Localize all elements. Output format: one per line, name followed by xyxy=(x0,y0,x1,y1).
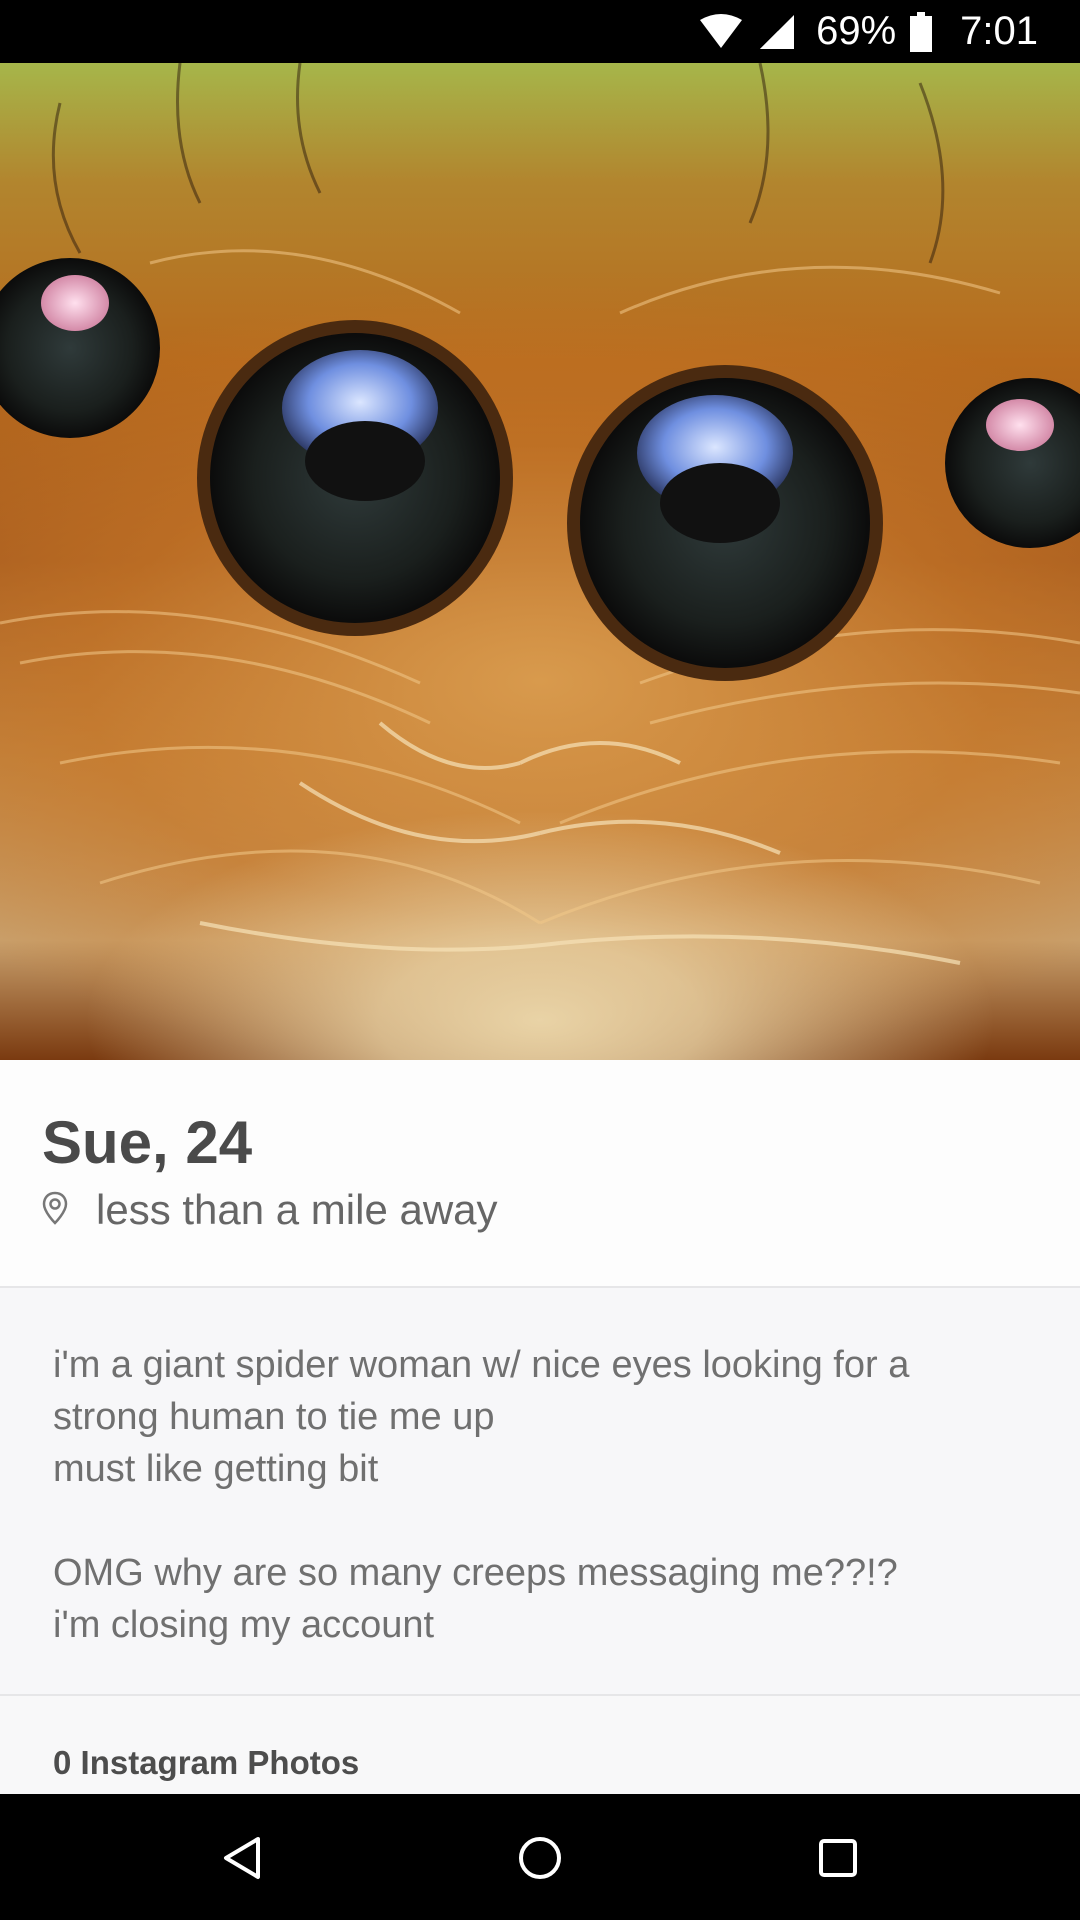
bio-line: i'm a giant spider woman w/ nice eyes lo… xyxy=(53,1344,910,1386)
distance-row: less than a mile away xyxy=(42,1186,498,1234)
bio-line: must like getting bit xyxy=(53,1448,379,1490)
system-nav-bar xyxy=(0,1794,1080,1920)
app-screen: 69% 7:01 Sue, 24 less than a mile away i… xyxy=(0,0,1080,1920)
battery-percent: 69% xyxy=(816,9,897,53)
bio-line: i'm closing my account xyxy=(53,1604,435,1646)
name-section: Sue, 24 less than a mile away xyxy=(0,1060,1080,1288)
status-bar: 69% 7:01 xyxy=(0,0,1080,63)
profile-photo[interactable] xyxy=(0,63,1080,1060)
recents-icon[interactable] xyxy=(810,1830,866,1886)
profile-info-panel: Sue, 24 less than a mile away i'm a gian… xyxy=(0,1060,1080,1794)
clock: 7:01 xyxy=(960,9,1038,53)
battery-icon xyxy=(910,11,933,52)
bio-line: strong human to tie me up xyxy=(53,1396,495,1438)
home-icon[interactable] xyxy=(512,1830,568,1886)
distance-label: less than a mile away xyxy=(96,1186,498,1233)
instagram-photos-label[interactable]: 0 Instagram Photos xyxy=(53,1744,359,1782)
back-icon[interactable] xyxy=(214,1830,270,1886)
bio-line: OMG why are so many creeps messaging me?… xyxy=(53,1552,898,1594)
profile-name-age: Sue, 24 xyxy=(42,1109,253,1176)
wifi-icon xyxy=(698,13,744,50)
bio-section: i'm a giant spider woman w/ nice eyes lo… xyxy=(0,1288,1080,1696)
cell-signal-icon xyxy=(758,13,796,51)
location-pin-icon xyxy=(42,1191,68,1230)
